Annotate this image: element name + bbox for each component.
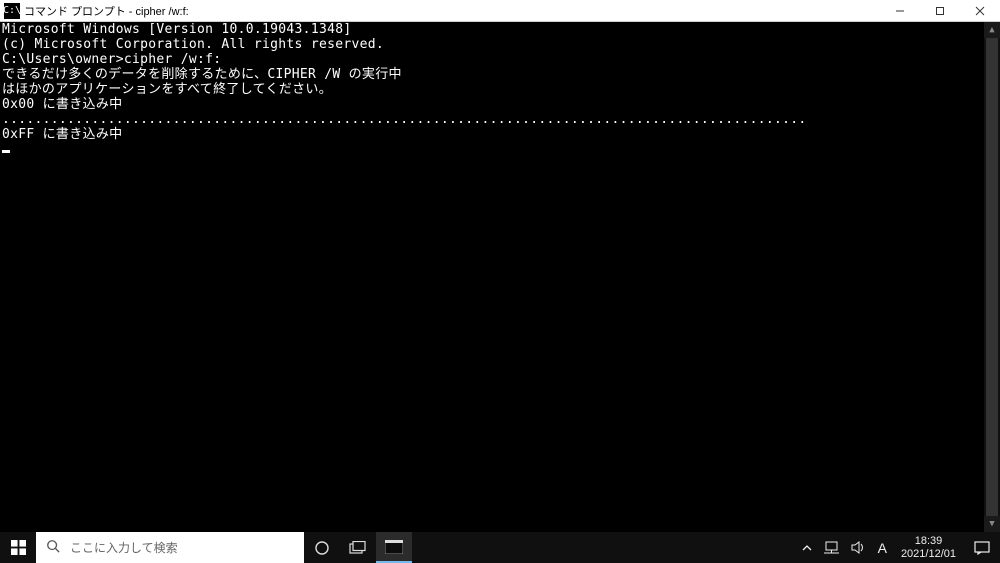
search-icon xyxy=(46,539,60,556)
terminal-line: ........................................… xyxy=(2,112,984,127)
taskbar-clock[interactable]: 18:39 2021/12/01 xyxy=(893,535,964,561)
cmd-app-icon: C:\ xyxy=(4,3,20,19)
vertical-scrollbar[interactable]: ▲ ▼ xyxy=(984,22,1000,532)
action-center-button[interactable] xyxy=(964,541,1000,555)
scroll-up-arrow[interactable]: ▲ xyxy=(984,22,1000,38)
taskbar: ここに入力して検索 xyxy=(0,532,1000,563)
scroll-track[interactable] xyxy=(984,38,1000,516)
terminal-line: 0x00 に書き込み中 xyxy=(2,97,984,112)
volume-icon[interactable] xyxy=(845,532,872,563)
terminal-cursor-line xyxy=(2,142,984,157)
cortana-button[interactable] xyxy=(304,532,340,563)
terminal-line: Microsoft Windows [Version 10.0.19043.13… xyxy=(2,22,984,37)
terminal-output[interactable]: Microsoft Windows [Version 10.0.19043.13… xyxy=(0,22,984,532)
window-title: コマンド プロンプト - cipher /w:f: xyxy=(24,3,880,19)
tray-overflow-icon[interactable] xyxy=(796,532,818,563)
maximize-button[interactable] xyxy=(920,0,960,21)
terminal-line: (c) Microsoft Corporation. All rights re… xyxy=(2,37,984,52)
clock-date: 2021/12/01 xyxy=(901,548,956,561)
task-view-button[interactable] xyxy=(340,532,376,563)
close-button[interactable] xyxy=(960,0,1000,21)
window-controls xyxy=(880,0,1000,21)
search-placeholder: ここに入力して検索 xyxy=(70,539,178,556)
minimize-button[interactable] xyxy=(880,0,920,21)
window-title-bar: C:\ コマンド プロンプト - cipher /w:f: xyxy=(0,0,1000,22)
terminal-line: はほかのアプリケーションをすべて終了してください。 xyxy=(2,82,984,97)
terminal-cursor xyxy=(2,150,10,153)
terminal-line: できるだけ多くのデータを削除するために、CIPHER /W の実行中 xyxy=(2,67,984,82)
terminal-line: C:\Users\owner>cipher /w:f: xyxy=(2,52,984,67)
scroll-down-arrow[interactable]: ▼ xyxy=(984,516,1000,532)
clock-time: 18:39 xyxy=(901,535,956,548)
ime-indicator[interactable]: A xyxy=(872,532,893,563)
taskbar-search[interactable]: ここに入力して検索 xyxy=(36,532,304,563)
terminal-area: Microsoft Windows [Version 10.0.19043.13… xyxy=(0,22,1000,532)
system-tray: A 18:39 2021/12/01 xyxy=(796,532,1000,563)
start-button[interactable] xyxy=(0,532,36,563)
terminal-line: 0xFF に書き込み中 xyxy=(2,127,984,142)
taskbar-item-cmd[interactable] xyxy=(376,532,412,563)
scroll-thumb[interactable] xyxy=(986,38,998,516)
network-icon[interactable] xyxy=(818,532,845,563)
